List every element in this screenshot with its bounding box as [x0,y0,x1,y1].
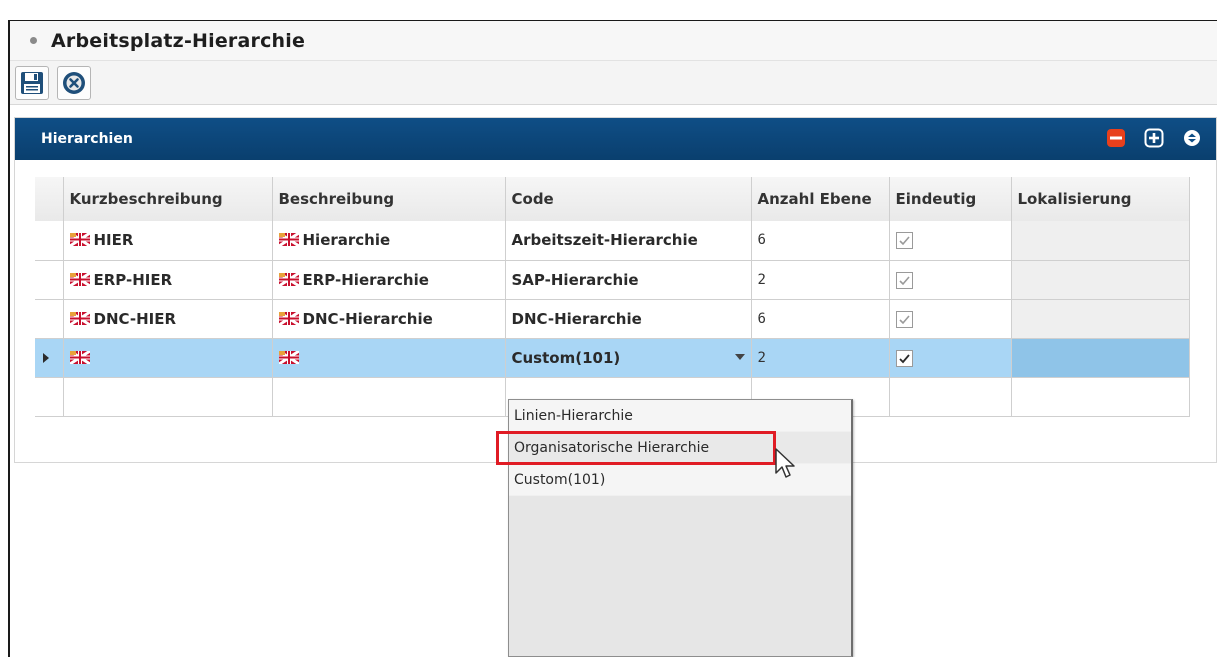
cell-lokalisierung[interactable] [1011,377,1190,417]
cell-eindeutig[interactable] [889,260,1012,300]
row-indicator[interactable] [35,221,64,261]
flag-icon [68,231,91,248]
code-dropdown-list[interactable]: Linien-Hierarchie Organisatorische Hiera… [496,399,853,657]
cell-kurzbeschreibung[interactable]: DNC-HIER [63,299,273,339]
cell-anzahl-ebenen[interactable]: 6 [751,221,890,261]
flag-icon [68,349,91,365]
check-icon [898,236,910,246]
grid-header-row: Kurzbeschreibung Beschreibung Code Anzah… [35,177,1190,221]
code-select[interactable]: Custom(101) [505,338,752,378]
eindeutig-checkbox[interactable] [895,232,913,250]
cell-beschreibung[interactable] [272,338,506,378]
cell-eindeutig[interactable] [889,221,1012,261]
collapse-panel-button[interactable] [1182,128,1202,148]
table-row-selected[interactable]: Custom(101) 2 [35,338,1190,378]
flag-icon [277,271,300,287]
check-icon [898,275,910,285]
panel-header: Hierarchien [15,118,1216,160]
flag-icon [277,231,300,248]
row-indicator-current[interactable] [35,338,64,378]
save-icon [21,71,43,94]
row-indicator[interactable] [35,260,64,300]
row-indicator[interactable] [35,299,64,339]
cell-lokalisierung[interactable] [1011,260,1190,300]
eindeutig-checkbox[interactable] [895,310,913,328]
hierarchies-grid: Kurzbeschreibung Beschreibung Code Anzah… [35,177,1190,417]
cell-kurzbeschreibung[interactable]: HIER [63,221,273,261]
toolbar [10,61,1217,105]
add-row-button[interactable] [1144,128,1164,148]
check-icon [898,353,910,363]
cell-anzahl-ebenen[interactable]: 6 [751,299,890,339]
window-border-left [8,20,10,657]
table-row[interactable]: HIER Hierarchie Arbeitszeit-Hierarchie 6 [35,221,1190,261]
flag-icon [68,310,91,326]
cell-beschreibung[interactable]: Hierarchie [272,221,506,261]
dropdown-option-linien-hierarchie[interactable]: Linien-Hierarchie [509,400,851,432]
table-row[interactable]: ERP-HIER ERP-Hierarchie SAP-Hierarchie 2 [35,260,1190,300]
page-title: Arbeitsplatz-Hierarchie [51,29,306,52]
cell-eindeutig[interactable] [889,338,1012,378]
mouse-cursor-icon [775,448,795,478]
column-header-eindeutig[interactable]: Eindeutig [889,177,1012,221]
column-header-lokalisierung[interactable]: Lokalisierung [1011,177,1190,221]
code-select-value: Custom(101) [511,348,621,367]
current-row-arrow-icon [43,352,49,363]
column-header-kurzbeschreibung[interactable]: Kurzbeschreibung [63,177,273,221]
cell-code[interactable]: Arbeitszeit-Hierarchie [505,221,752,261]
flag-icon [277,349,300,365]
bullet-icon [30,37,37,44]
check-icon [898,314,910,324]
flag-icon [277,310,300,326]
app-frame: Arbeitsplatz-Hierarchie Hierarchien Kurz… [0,0,1217,657]
cell-kurzbeschreibung[interactable] [63,377,273,417]
cell-code[interactable]: DNC-Hierarchie [505,299,752,339]
cell-lokalisierung[interactable] [1011,299,1190,339]
panel-header-actions [1088,128,1202,148]
cell-eindeutig[interactable] [889,377,1012,417]
dropdown-option-custom-101[interactable]: Custom(101) [509,464,851,496]
cell-eindeutig[interactable] [889,299,1012,339]
add-icon [1144,128,1164,148]
cancel-icon [63,71,85,94]
remove-icon [1107,129,1125,147]
flag-icon [68,271,91,287]
cell-kurzbeschreibung[interactable]: ERP-HIER [63,260,273,300]
row-indicator[interactable] [35,377,64,417]
cell-code[interactable]: SAP-Hierarchie [505,260,752,300]
column-header-beschreibung[interactable]: Beschreibung [272,177,506,221]
cell-kurzbeschreibung[interactable] [63,338,273,378]
cell-lokalisierung[interactable] [1011,221,1190,261]
cell-beschreibung[interactable] [272,377,506,417]
panel-title: Hierarchien [41,131,133,147]
collapse-icon [1184,130,1200,146]
row-indicator-header [35,177,64,221]
column-header-code[interactable]: Code [505,177,752,221]
cell-lokalisierung[interactable] [1011,338,1190,378]
eindeutig-checkbox[interactable] [895,349,913,367]
title-bar: Arbeitsplatz-Hierarchie [10,21,1217,61]
eindeutig-checkbox[interactable] [895,271,913,289]
cell-anzahl-ebenen[interactable]: 2 [751,338,890,378]
dropdown-option-organisatorische-hierarchie[interactable]: Organisatorische Hierarchie [496,431,851,465]
save-button[interactable] [15,65,49,100]
remove-row-button[interactable] [1106,128,1126,148]
chevron-down-icon[interactable] [734,353,745,360]
column-header-anzahl-ebenen[interactable]: Anzahl Ebene [751,177,890,221]
cell-anzahl-ebenen[interactable]: 2 [751,260,890,300]
cancel-button[interactable] [57,65,91,100]
table-row[interactable]: DNC-HIER DNC-Hierarchie DNC-Hierarchie 6 [35,299,1190,339]
cell-beschreibung[interactable]: DNC-Hierarchie [272,299,506,339]
cell-beschreibung[interactable]: ERP-Hierarchie [272,260,506,300]
